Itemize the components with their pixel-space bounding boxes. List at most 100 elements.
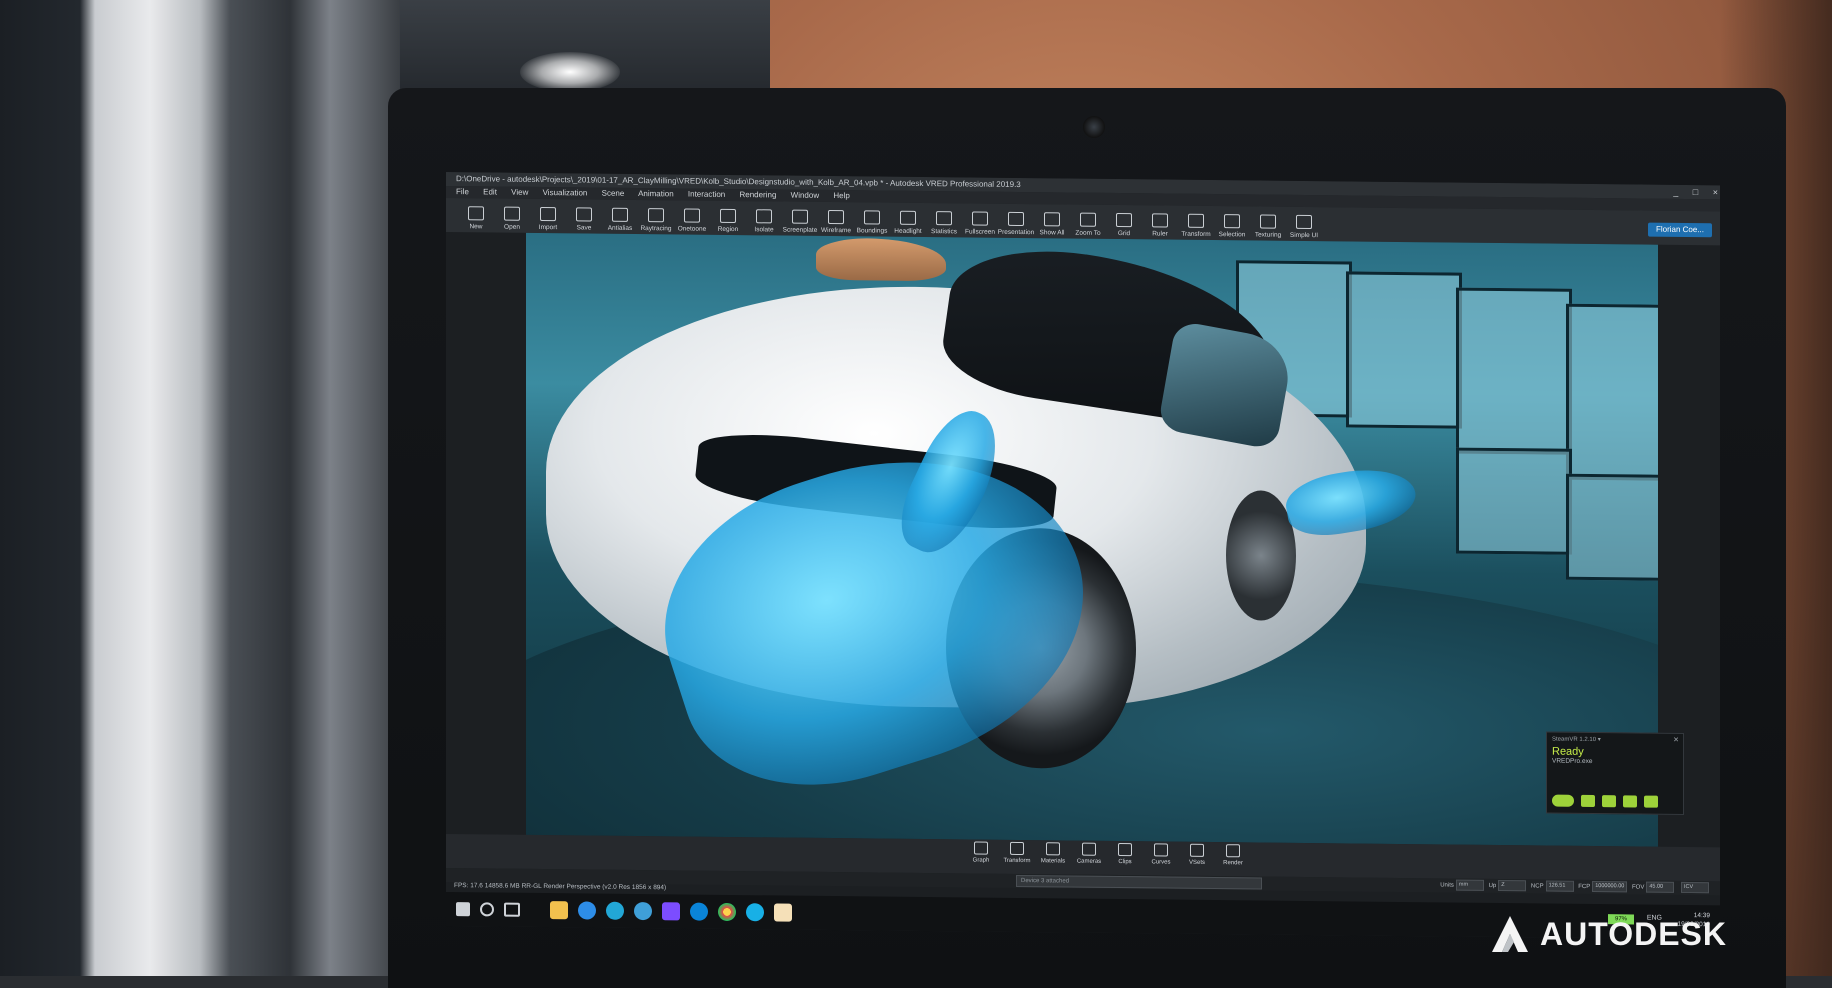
tool-vsets[interactable]: VSets: [1182, 843, 1212, 866]
screenplate-icon: [792, 209, 808, 224]
file-explorer-icon[interactable]: [550, 901, 568, 920]
tool-graph[interactable]: Graph: [966, 841, 996, 864]
tool-label: Graph: [972, 857, 990, 864]
app-icon[interactable]: [774, 903, 792, 922]
tool-isolate[interactable]: Isolate: [746, 201, 782, 235]
headlight-icon: [900, 210, 916, 225]
tool-selection[interactable]: Selection: [1214, 206, 1250, 240]
fps-readout: FPS: 17.6 14858.6 MB RR-GL Render Perspe…: [454, 882, 667, 892]
menu-visualization[interactable]: Visualization: [543, 188, 588, 197]
tool-zoom-to[interactable]: Zoom To: [1070, 205, 1106, 239]
menu-file[interactable]: File: [456, 187, 469, 196]
tool-region[interactable]: Region: [710, 201, 746, 235]
materials-icon: [1046, 842, 1060, 856]
tool-raytracing[interactable]: Raytracing: [638, 200, 674, 234]
ncp-field[interactable]: 126.51: [1545, 880, 1574, 892]
tool-headlight[interactable]: Headlight: [890, 203, 926, 237]
render-viewport[interactable]: [526, 232, 1658, 847]
tool-curves[interactable]: Curves: [1146, 843, 1176, 866]
tool-presentation[interactable]: Presentation: [998, 204, 1034, 238]
windows-start-icon[interactable]: [456, 902, 470, 917]
autodesk-a-icon: [1492, 916, 1528, 952]
render-icon: [1226, 844, 1240, 858]
window-controls[interactable]: _ □ ×: [1673, 185, 1720, 200]
tool-import[interactable]: Import: [530, 199, 566, 233]
tool-label: Wireframe: [821, 226, 851, 235]
vred-icon[interactable]: [634, 901, 652, 921]
region-icon: [720, 208, 736, 224]
tool-fullscreen[interactable]: Fullscreen: [962, 203, 998, 237]
ncp-label: NCP: [1530, 883, 1544, 890]
task-view-icon[interactable]: [504, 902, 520, 917]
tool-save[interactable]: Save: [566, 199, 602, 233]
tool-boundings[interactable]: Boundings: [854, 202, 890, 236]
up-select[interactable]: Z: [1498, 880, 1527, 892]
onetoone-icon: [684, 208, 700, 223]
tool-wireframe[interactable]: Wireframe: [818, 202, 854, 236]
app-icon[interactable]: [606, 901, 624, 920]
tool-onetoone[interactable]: Onetoone: [674, 200, 710, 234]
steam-icon[interactable]: [746, 903, 764, 922]
tool-render[interactable]: Render: [1218, 844, 1248, 866]
tool-label: Simple UI: [1289, 231, 1319, 240]
tool-new[interactable]: New: [458, 198, 494, 232]
user-account-button[interactable]: Florian Coe...: [1647, 222, 1712, 238]
tool-ruler[interactable]: Ruler: [1142, 205, 1178, 239]
close-icon[interactable]: ✕: [1673, 736, 1679, 744]
glass-pane: [1456, 447, 1572, 555]
chrome-icon[interactable]: [718, 902, 736, 922]
tool-materials[interactable]: Materials: [1038, 842, 1068, 864]
menu-window[interactable]: Window: [791, 191, 819, 200]
tool-transform-module[interactable]: Transform: [1002, 841, 1032, 865]
fullscreen-icon: [972, 211, 988, 226]
background-window-frame: [0, 0, 400, 976]
tool-label: Transform: [1003, 857, 1031, 865]
units-select[interactable]: mm: [1455, 879, 1484, 891]
edge-browser-icon[interactable]: [578, 901, 596, 920]
transform-icon: [1188, 213, 1204, 228]
tool-label: Headlight: [894, 227, 922, 235]
menu-animation[interactable]: Animation: [638, 189, 674, 198]
tool-antialias[interactable]: Antialias: [602, 200, 638, 234]
tool-clips[interactable]: Clips: [1110, 843, 1140, 865]
wireframe-icon: [828, 210, 844, 225]
tool-label: VSets: [1188, 859, 1205, 866]
new-file-icon: [468, 206, 484, 221]
statistics-icon: [936, 211, 952, 226]
menu-scene[interactable]: Scene: [602, 189, 625, 198]
menu-edit[interactable]: Edit: [483, 187, 497, 196]
menu-help[interactable]: Help: [833, 191, 849, 200]
up-label: Up: [1488, 882, 1497, 890]
console-input[interactable]: Device 3 attached: [1016, 874, 1262, 890]
menu-view[interactable]: View: [511, 188, 528, 197]
menu-rendering[interactable]: Rendering: [739, 190, 776, 199]
base-station-icon: [1623, 795, 1637, 808]
tool-label: New: [469, 223, 483, 231]
fov-field[interactable]: 45.00: [1646, 881, 1675, 893]
tool-transform[interactable]: Transform: [1178, 206, 1214, 240]
tool-label: Render: [1223, 860, 1243, 867]
tool-grid[interactable]: Grid: [1106, 205, 1142, 239]
tool-label: Screenplate: [782, 226, 818, 234]
app-icon[interactable]: [690, 902, 708, 921]
tool-simple-ui[interactable]: Simple UI: [1286, 207, 1322, 241]
glass-pane: [1346, 271, 1462, 429]
tool-label: Grid: [1117, 230, 1131, 238]
tool-open[interactable]: Open: [494, 199, 530, 233]
tool-screenplate[interactable]: Screenplate: [782, 202, 818, 236]
steamvr-status-window[interactable]: SteamVR 1.2.10 ▾ ✕ Ready VREDPro.exe: [1546, 731, 1684, 815]
autodesk-logo: AUTODESK: [1488, 912, 1727, 956]
app-icon[interactable]: [662, 902, 680, 921]
tool-statistics[interactable]: Statistics: [926, 203, 962, 237]
tool-label: Import: [538, 223, 558, 232]
menu-interaction[interactable]: Interaction: [688, 190, 725, 199]
steamvr-devices: [1552, 794, 1658, 808]
fcp-field[interactable]: 1000000.00: [1592, 881, 1628, 893]
tool-cameras[interactable]: Cameras: [1074, 842, 1104, 865]
tool-texturing[interactable]: Texturing: [1250, 206, 1286, 240]
search-icon[interactable]: [480, 902, 494, 917]
grid-icon: [1116, 213, 1132, 228]
background-ceiling-light: [520, 52, 620, 92]
tool-show-all[interactable]: Show All: [1034, 204, 1070, 238]
icv-button[interactable]: ICV: [1681, 881, 1709, 894]
